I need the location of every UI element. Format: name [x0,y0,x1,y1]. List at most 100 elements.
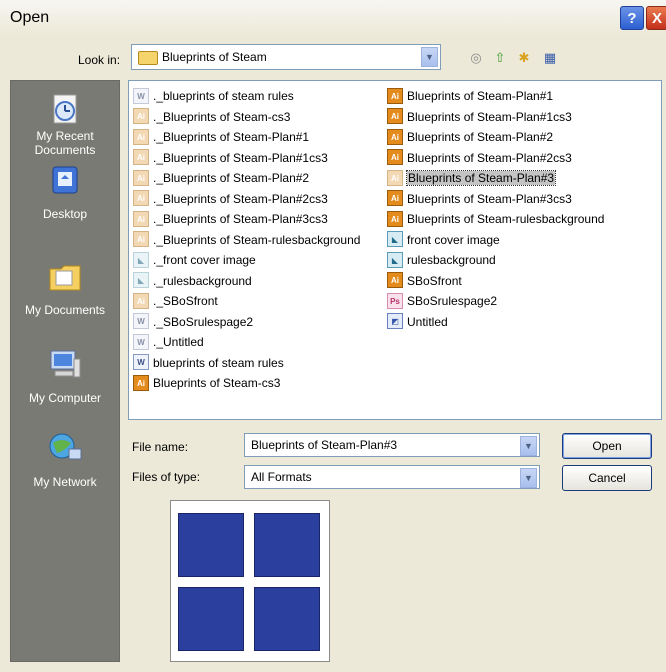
file-type-icon: Ai [387,149,403,166]
file-type-icon: W [133,333,149,350]
desktop-icon [52,166,78,194]
place-label: My Recent Documents [34,129,96,157]
file-name: SBoSrulespage2 [407,293,498,308]
file-list-item[interactable]: Ai ._Blueprints of Steam-Plan#1 [133,126,309,146]
file-list-item[interactable]: Ai SBoSfront [387,270,462,290]
help-button[interactable]: ? [620,6,644,30]
up-folder-icon[interactable]: ⇧ [492,50,508,66]
file-list[interactable]: W ._blueprints of steam rules Ai ._Blueprin… [128,80,662,420]
place-label: My Network [33,475,97,489]
my-network-icon [49,433,82,460]
place-my-documents[interactable]: My Documents [11,259,119,329]
files-of-type-value: All Formats [251,470,312,484]
place-desktop[interactable]: Desktop [11,163,119,233]
file-name: ._Untitled [153,334,204,349]
file-type-icon: Ai [133,149,149,166]
chevron-down-icon[interactable]: ▼ [520,468,537,488]
folder-icon [138,51,158,65]
file-list-item[interactable]: Ai Blueprints of Steam-Plan#2 [387,126,553,146]
places-bar: My RecentDocuments Desktop My Documents [10,80,120,662]
file-list-item[interactable]: Ai Blueprints of Steam-Plan#1cs3 [387,106,572,126]
window-title: Open [10,9,50,26]
file-type-icon: Ai [387,190,403,207]
file-list-item[interactable]: ◣ front cover image [387,229,500,249]
file-list-item[interactable]: Ai Blueprints of Steam-Plan#2cs3 [387,147,572,167]
file-type-icon: W [133,354,149,371]
place-label: Desktop [42,207,88,221]
file-type-icon: W [133,313,149,330]
file-list-item[interactable]: W ._blueprints of steam rules [133,85,294,105]
file-name-value: Blueprints of Steam-Plan#3 [251,438,398,452]
file-type-icon: Ai [133,190,149,207]
back-icon[interactable]: ◎ [468,50,484,66]
file-list-item[interactable]: ◣ rulesbackground [387,249,496,269]
preview-tile [254,513,320,577]
file-name: ._SBoSfront [153,293,218,308]
file-type-icon: Ai [387,87,403,104]
file-type-icon: ◩ [387,313,403,330]
file-list-item[interactable]: ◩ Untitled [387,311,448,331]
file-name: rulesbackground [407,252,496,267]
look-in-dropdown[interactable]: Blueprints of Steam ▼ [131,44,441,70]
place-my-network[interactable]: My Network [11,431,119,501]
file-name-label: File name: [132,440,189,454]
open-dialog: Open ? X Look in: Blueprints of Steam ▼ … [0,0,666,672]
views-menu-icon[interactable]: ▦ [542,50,558,66]
file-list-item[interactable]: Ai Blueprints of Steam-Plan#3cs3 [387,188,572,208]
file-list-item[interactable]: Ai Blueprints of Steam-cs3 [133,372,280,392]
file-name: Blueprints of Steam-Plan#1cs3 [407,109,572,124]
file-type-icon: W [133,87,149,104]
file-list-item[interactable]: W ._SBoSrulespage2 [133,311,253,331]
file-name: SBoSfront [407,273,462,288]
file-name: ._blueprints of steam rules [153,88,294,103]
file-type-icon: Ai [387,272,403,289]
chevron-down-icon[interactable]: ▼ [520,436,537,456]
file-name: Blueprints of Steam-rulesbackground [407,211,605,226]
recent-documents-icon [53,94,77,124]
new-folder-icon[interactable]: ✱ [516,50,532,66]
file-name: ._Blueprints of Steam-Plan#2cs3 [153,191,328,206]
file-list-item[interactable]: W ._Untitled [133,331,204,351]
file-list-item[interactable]: ◣ ._front cover image [133,249,256,269]
file-name: ._rulesbackground [153,273,252,288]
file-name: ._Blueprints of Steam-Plan#3cs3 [153,211,328,226]
file-name: ._Blueprints of Steam-cs3 [153,109,291,124]
file-list-item[interactable]: Ai Blueprints of Steam-Plan#1 [387,85,553,105]
file-list-item[interactable]: Ai ._Blueprints of Steam-cs3 [133,106,290,126]
open-button[interactable]: Open [562,433,652,459]
file-name-input[interactable]: Blueprints of Steam-Plan#3 ▼ [244,433,540,457]
file-type-icon: Ai [133,108,149,125]
file-list-item[interactable]: Ai Blueprints of Steam-Plan#3 [387,167,557,187]
my-computer-icon [50,350,81,378]
preview-tile [178,587,244,651]
file-type-icon: ◣ [387,231,403,248]
cancel-button[interactable]: Cancel [562,465,652,491]
place-my-recent-documents[interactable]: My Recent Documents [11,91,119,161]
look-in-value: Blueprints of Steam [162,50,267,64]
file-name: Untitled [407,314,448,329]
file-list-item[interactable]: Ai ._Blueprints of Steam-rulesbackground [133,229,360,249]
title-bar[interactable]: Open ? X [0,0,666,36]
file-list-item[interactable]: Ai ._Blueprints of Steam-Plan#2 [133,167,309,187]
file-list-item[interactable]: Ai Blueprints of Steam-rulesbackground [387,208,604,228]
file-type-icon: Ai [387,128,403,145]
file-name: ._front cover image [153,252,256,267]
file-list-item[interactable]: Ai ._SBoSfront [133,290,218,310]
close-button[interactable]: X [646,6,666,30]
look-in-label: Look in: [78,53,121,67]
files-of-type-label: Files of type: [132,470,201,484]
file-list-item[interactable]: Ps SBoSrulespage2 [387,290,497,310]
file-list-item[interactable]: Ai ._Blueprints of Steam-Plan#3cs3 [133,208,328,228]
file-type-icon: Ai [133,128,149,145]
preview-tile [178,513,244,577]
file-list-item[interactable]: Wblueprints of steam rules [133,352,284,372]
file-type-icon: Ai [133,169,149,186]
file-list-item[interactable]: Ai ._Blueprints of Steam-Plan#2cs3 [133,188,328,208]
file-list-item[interactable]: ◣ ._rulesbackground [133,270,252,290]
place-my-computer[interactable]: My Computer [11,347,119,417]
file-list-item[interactable]: Ai ._Blueprints of Steam-Plan#1cs3 [133,147,328,167]
file-name: ._Blueprints of Steam-Plan#1 [153,129,310,144]
files-of-type-dropdown[interactable]: All Formats ▼ [244,465,540,489]
chevron-down-icon[interactable]: ▼ [421,47,438,67]
file-name: Blueprints of Steam-cs3 [153,375,281,390]
